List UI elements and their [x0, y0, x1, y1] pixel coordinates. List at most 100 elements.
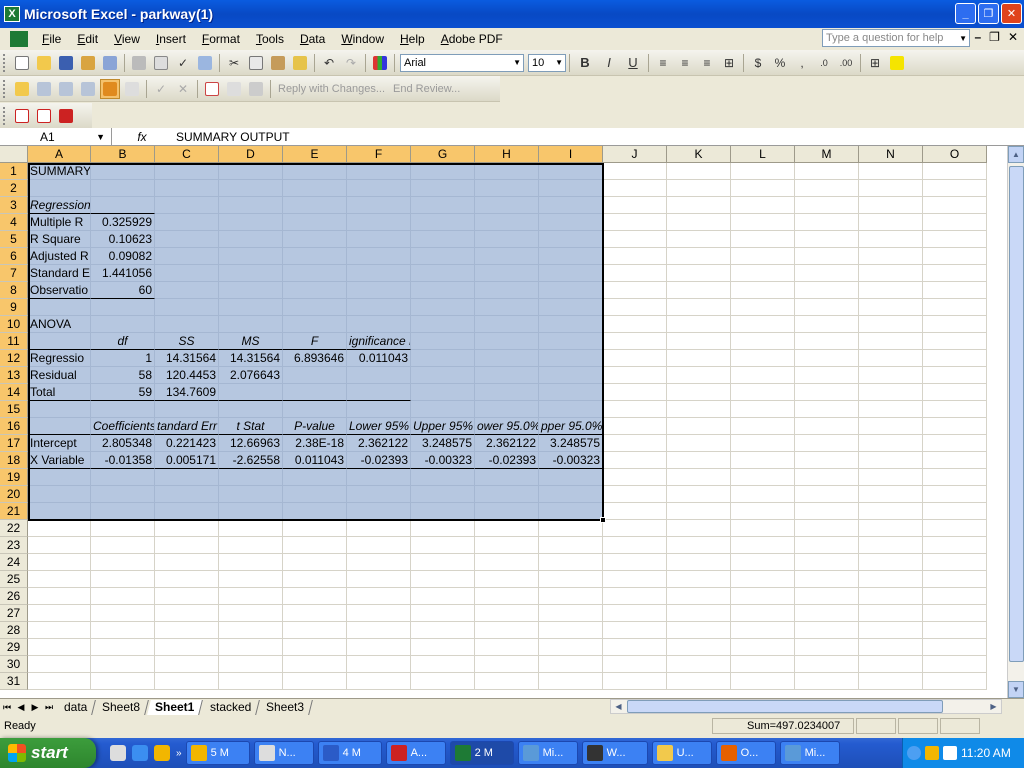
cell-o20[interactable] — [923, 486, 987, 503]
cell-f13[interactable] — [347, 367, 411, 384]
cell-a17[interactable]: Intercept — [28, 435, 91, 452]
cell-f17[interactable]: 2.362122 — [347, 435, 411, 452]
cell-a9[interactable] — [28, 299, 91, 316]
cell-l11[interactable] — [731, 333, 795, 350]
cell-c29[interactable] — [155, 639, 219, 656]
permission-icon[interactable] — [78, 53, 98, 73]
cell-n23[interactable] — [859, 537, 923, 554]
cell-b12[interactable]: 1 — [91, 350, 155, 367]
cell-h10[interactable] — [475, 316, 539, 333]
cell-j17[interactable] — [603, 435, 667, 452]
column-header-a[interactable]: A — [28, 146, 91, 163]
cell-m30[interactable] — [795, 656, 859, 673]
cell-c12[interactable]: 14.31564 — [155, 350, 219, 367]
cell-o26[interactable] — [923, 588, 987, 605]
cell-k29[interactable] — [667, 639, 731, 656]
cell-a22[interactable] — [28, 520, 91, 537]
cell-h7[interactable] — [475, 265, 539, 282]
row-header-4[interactable]: 4 — [0, 214, 28, 231]
start-button[interactable]: start — [0, 738, 96, 768]
cell-m23[interactable] — [795, 537, 859, 554]
cell-j10[interactable] — [603, 316, 667, 333]
cell-i29[interactable] — [539, 639, 603, 656]
cell-e11[interactable]: F — [283, 333, 347, 350]
cell-b28[interactable] — [91, 622, 155, 639]
tray-expand-icon[interactable] — [907, 746, 921, 760]
cell-e8[interactable] — [283, 282, 347, 299]
row-header-16[interactable]: 16 — [0, 418, 28, 435]
cell-g3[interactable] — [411, 197, 475, 214]
cell-f25[interactable] — [347, 571, 411, 588]
cell-i9[interactable] — [539, 299, 603, 316]
cell-l25[interactable] — [731, 571, 795, 588]
cell-n24[interactable] — [859, 554, 923, 571]
cell-n21[interactable] — [859, 503, 923, 520]
cell-l28[interactable] — [731, 622, 795, 639]
cell-o2[interactable] — [923, 180, 987, 197]
column-header-h[interactable]: H — [475, 146, 539, 163]
cell-n5[interactable] — [859, 231, 923, 248]
cell-h18[interactable]: -0.02393 — [475, 452, 539, 469]
cell-l8[interactable] — [731, 282, 795, 299]
name-box[interactable]: A1 ▼ — [0, 128, 112, 145]
cell-g2[interactable] — [411, 180, 475, 197]
cell-a12[interactable]: Regressio — [28, 350, 91, 367]
cell-c19[interactable] — [155, 469, 219, 486]
cell-h11[interactable] — [475, 333, 539, 350]
cell-b25[interactable] — [91, 571, 155, 588]
cell-e5[interactable] — [283, 231, 347, 248]
cell-j30[interactable] — [603, 656, 667, 673]
cell-c18[interactable]: 0.005171 — [155, 452, 219, 469]
cell-l24[interactable] — [731, 554, 795, 571]
cell-n31[interactable] — [859, 673, 923, 690]
workbook-close-button[interactable]: ✕ — [1008, 30, 1018, 44]
cell-k23[interactable] — [667, 537, 731, 554]
cell-n20[interactable] — [859, 486, 923, 503]
cell-b5[interactable]: 0.10623 — [91, 231, 155, 248]
cell-j26[interactable] — [603, 588, 667, 605]
menu-view[interactable]: View — [106, 32, 148, 46]
show-desktop-icon[interactable] — [110, 745, 126, 761]
cell-a5[interactable]: R Square — [28, 231, 91, 248]
first-sheet-icon[interactable]: ⏮ — [0, 702, 14, 713]
cut-icon[interactable]: ✂ — [224, 53, 244, 73]
cell-c31[interactable] — [155, 673, 219, 690]
cell-f7[interactable] — [347, 265, 411, 282]
cell-l14[interactable] — [731, 384, 795, 401]
cell-k11[interactable] — [667, 333, 731, 350]
cell-m21[interactable] — [795, 503, 859, 520]
cell-g7[interactable] — [411, 265, 475, 282]
cell-l20[interactable] — [731, 486, 795, 503]
row-header-3[interactable]: 3 — [0, 197, 28, 214]
track-changes-icon[interactable] — [100, 78, 120, 99]
cell-o13[interactable] — [923, 367, 987, 384]
cell-i8[interactable] — [539, 282, 603, 299]
cell-b7[interactable]: 1.441056 — [91, 265, 155, 282]
font-size-select[interactable]: 10 ▼ — [528, 53, 566, 72]
cell-o18[interactable] — [923, 452, 987, 469]
sheet-tab-sheet1[interactable]: Sheet1 — [147, 699, 204, 715]
cell-b21[interactable] — [91, 503, 155, 520]
toolbar-grip[interactable] — [3, 106, 7, 125]
column-header-d[interactable]: D — [219, 146, 283, 163]
cell-o8[interactable] — [923, 282, 987, 299]
percent-icon[interactable]: % — [770, 53, 790, 73]
cell-f1[interactable] — [347, 163, 411, 180]
column-header-o[interactable]: O — [923, 146, 987, 163]
cell-j28[interactable] — [603, 622, 667, 639]
cell-b6[interactable]: 0.09082 — [91, 248, 155, 265]
cell-a1[interactable]: SUMMARY OUTPUT — [28, 163, 91, 180]
cell-d17[interactable]: 12.66963 — [219, 435, 283, 452]
cell-l1[interactable] — [731, 163, 795, 180]
cell-l7[interactable] — [731, 265, 795, 282]
fill-handle[interactable] — [600, 517, 606, 523]
cell-h28[interactable] — [475, 622, 539, 639]
cell-o3[interactable] — [923, 197, 987, 214]
cell-g5[interactable] — [411, 231, 475, 248]
cell-a21[interactable] — [28, 503, 91, 520]
row-header-30[interactable]: 30 — [0, 656, 28, 673]
cell-a14[interactable]: Total — [28, 384, 91, 401]
cell-j11[interactable] — [603, 333, 667, 350]
taskbar-button[interactable]: W... — [581, 741, 648, 765]
cell-a31[interactable] — [28, 673, 91, 690]
